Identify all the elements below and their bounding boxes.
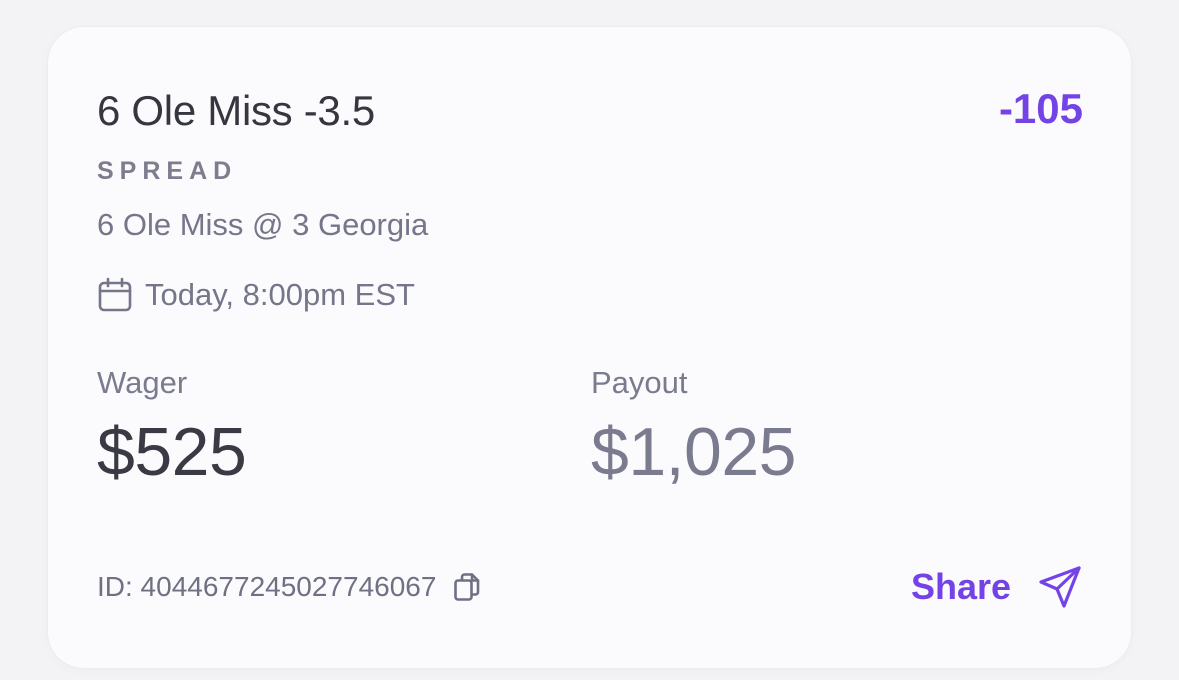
copy-icon[interactable] [452,572,482,602]
bet-card: 6 Ole Miss -3.5 -105 SPREAD 6 Ole Miss @… [48,27,1131,668]
event-datetime: Today, 8:00pm EST [97,275,415,315]
bet-odds: -105 [998,85,1083,132]
datetime-text: Today, 8:00pm EST [145,277,415,312]
payout-value: $1,025 [591,414,796,490]
payout-label: Payout [591,365,688,400]
send-icon [1037,564,1083,610]
calendar-icon [97,277,133,313]
matchup: 6 Ole Miss @ 3 Georgia [97,207,429,242]
market-type: SPREAD [97,157,238,185]
wager-value: $525 [97,414,247,490]
wager-label: Wager [97,365,188,400]
share-button[interactable]: Share [911,563,1083,611]
bet-id-row: ID: 4044677245027746067 [97,567,482,607]
bet-id: ID: 4044677245027746067 [97,571,437,602]
bet-title: 6 Ole Miss -3.5 [97,87,375,134]
share-label: Share [910,566,1011,607]
